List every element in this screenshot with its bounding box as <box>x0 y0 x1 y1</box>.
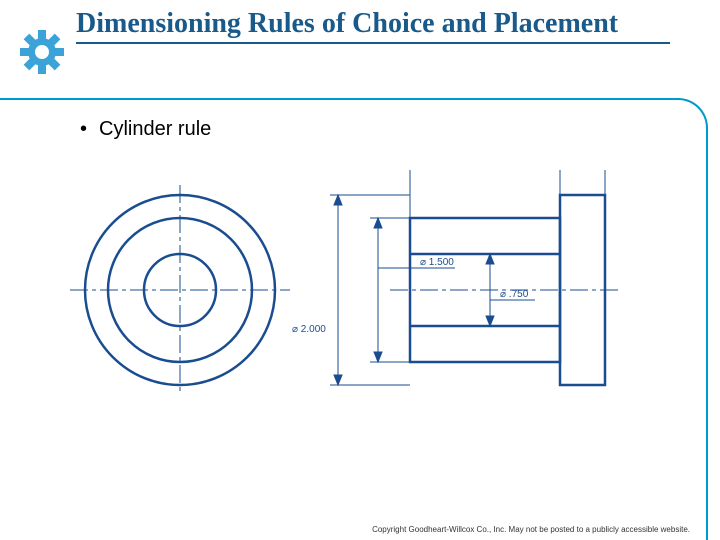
slide-title: Dimensioning Rules of Choice and Placeme… <box>76 8 670 44</box>
copyright-footer: Copyright Goodheart-Willcox Co., Inc. Ma… <box>372 525 690 534</box>
gear-icon <box>18 28 66 76</box>
bullet-dot: • <box>80 118 87 141</box>
bullet-text: Cylinder rule <box>99 118 211 140</box>
corner-curve <box>678 98 708 128</box>
dim-outer: ⌀ 2.000 <box>292 324 326 335</box>
dim-middle: ⌀ 1.500 <box>420 257 454 268</box>
bullet-item: • Cylinder rule <box>80 118 211 141</box>
slide-title-block: Dimensioning Rules of Choice and Placeme… <box>76 8 670 44</box>
divider-line <box>0 98 680 100</box>
dim-inner: ⌀ .750 <box>500 289 529 300</box>
right-border <box>706 126 708 540</box>
cylinder-drawing: ⌀ 2.000 ⌀ 1.500 ⌀ .750 <box>60 160 660 440</box>
